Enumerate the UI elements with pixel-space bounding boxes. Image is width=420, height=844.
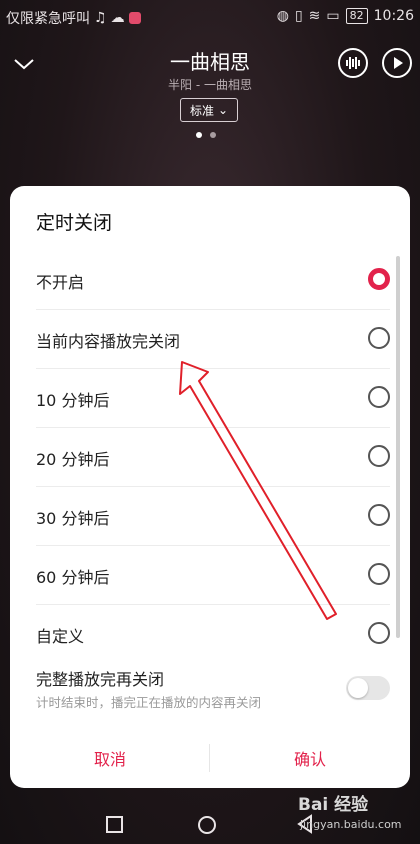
play-next-button[interactable] (382, 48, 412, 78)
option-label: 20 分钟后 (36, 450, 110, 469)
radio-button[interactable] (368, 622, 390, 644)
quality-selector[interactable]: 标准 ⌄ (180, 98, 238, 122)
sim-icon: ▭ (326, 8, 340, 24)
option-label: 30 分钟后 (36, 509, 110, 528)
option-20-min[interactable]: 20 分钟后 (36, 427, 390, 487)
page-dot (210, 132, 216, 138)
radio-button[interactable] (368, 386, 390, 408)
switch-knob (348, 678, 368, 698)
clock: 10:26 (373, 8, 414, 24)
option-label: 当前内容播放完关闭 (36, 332, 181, 351)
option-off[interactable]: 不开启 (36, 250, 390, 310)
battery-indicator: 82 (345, 8, 368, 24)
watermark-logo: Bai 经验 (298, 795, 369, 815)
option-label: 自定义 (36, 627, 85, 646)
option-10-min[interactable]: 10 分钟后 (36, 368, 390, 428)
option-30-min[interactable]: 30 分钟后 (36, 486, 390, 546)
radio-button[interactable] (368, 327, 390, 349)
confirm-button[interactable]: 确认 (210, 746, 410, 770)
home-icon[interactable] (198, 816, 216, 834)
option-label: 10 分钟后 (36, 391, 110, 410)
nfc-icon: ◍ (276, 8, 289, 24)
app-notification-icon (128, 12, 141, 24)
option-60-min[interactable]: 60 分钟后 (36, 545, 390, 605)
music-note-icon: ♫ (94, 10, 107, 26)
option-label: 不开启 (36, 273, 85, 292)
cancel-button[interactable]: 取消 (10, 746, 210, 770)
page-dot (196, 132, 202, 138)
sound-wave-icon (346, 57, 360, 69)
toggle-description: 计时结束时，播完正在播放的内容再关闭 (36, 695, 262, 710)
carrier-text: 仅限紧急呼叫 (6, 11, 90, 27)
full-play-toggle-row: 完整播放完再关闭 计时结束时，播完正在播放的内容再关闭 (36, 664, 390, 714)
watermark-url: jingyan.baidu.com (300, 818, 402, 831)
quality-label: 标准 (189, 103, 214, 118)
chevron-down-icon: ⌄ (217, 103, 229, 117)
option-label: 60 分钟后 (36, 568, 110, 587)
status-bar: 仅限紧急呼叫 ♫ ☁ ◍ ▯ ≋ ▭ 82 10:26 (0, 0, 420, 34)
sound-effect-button[interactable] (338, 48, 368, 78)
player-header: 一曲相思 半阳 - 一曲相思 标准 ⌄ (0, 34, 420, 154)
radio-button[interactable] (368, 563, 390, 585)
recent-apps-icon[interactable] (106, 816, 123, 833)
sleep-timer-dialog: 定时关闭 不开启 当前内容播放完关闭 10 分钟后 20 分钟后 30 分钟后 … (10, 186, 410, 788)
option-after-current[interactable]: 当前内容播放完关闭 (36, 309, 390, 369)
dialog-actions: 取消 确认 (10, 734, 410, 782)
vibrate-icon: ▯ (294, 8, 303, 24)
dialog-title: 定时关闭 (36, 212, 113, 234)
play-icon (394, 57, 403, 69)
scrollbar[interactable] (396, 256, 400, 638)
toggle-title: 完整播放完再关闭 (36, 670, 165, 689)
page-indicator (196, 132, 216, 138)
option-custom[interactable]: 自定义 (36, 604, 390, 663)
radio-button[interactable] (368, 445, 390, 467)
radio-button[interactable] (368, 268, 390, 290)
wifi-icon: ≋ (308, 8, 321, 24)
radio-button[interactable] (368, 504, 390, 526)
cloud-icon: ☁ (110, 10, 125, 26)
full-play-switch[interactable] (346, 676, 390, 700)
